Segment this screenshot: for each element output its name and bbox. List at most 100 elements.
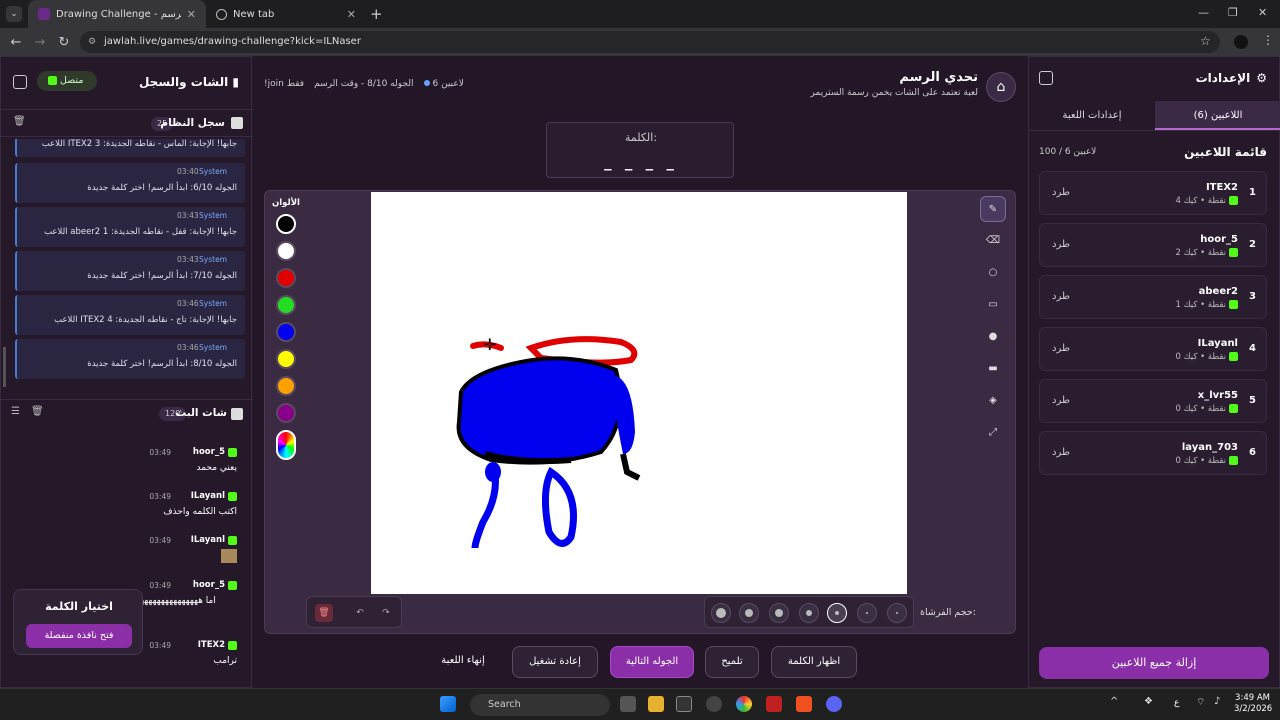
back-button[interactable]: ←	[4, 35, 28, 50]
eraser-tool-icon[interactable]: ⌫	[980, 228, 1006, 254]
brave-icon[interactable]	[796, 696, 812, 712]
restart-button[interactable]: إعادة تشغيل	[512, 646, 598, 678]
drawing-canvas[interactable]: ✛	[371, 192, 907, 594]
profile-avatar[interactable]	[1234, 35, 1248, 49]
tab-players[interactable]: اللاعبين (6)	[1155, 101, 1280, 130]
browser-menu-icon[interactable]: ⋮	[1262, 33, 1274, 47]
close-tab-icon[interactable]: ✕	[347, 8, 356, 21]
show-word-button[interactable]: اظهار الكلمة	[771, 646, 857, 678]
color-swatch[interactable]	[276, 349, 296, 369]
kick-icon	[1229, 248, 1238, 257]
join-info: !join فقط	[264, 79, 305, 89]
tab-new-tab[interactable]: New tab ✕	[206, 0, 366, 28]
kick-icon	[1229, 404, 1238, 413]
player-name: layan_703	[1181, 442, 1238, 453]
filled-circle-tool-icon[interactable]: ●	[980, 324, 1006, 350]
tab-game-settings[interactable]: إعدادات اللعبة	[1029, 101, 1155, 130]
chat-text: اكتب الكلمه واحذف	[163, 507, 237, 517]
filled-rectangle-tool-icon[interactable]: ▬	[980, 356, 1006, 382]
color-swatch[interactable]	[276, 295, 296, 315]
url-field[interactable]: ⚙ jawlah.live/games/drawing-challenge?ki…	[80, 31, 1220, 53]
volume-icon[interactable]: ♪	[1214, 696, 1230, 712]
kick-player-button[interactable]: طرد	[1052, 395, 1070, 406]
file-explorer-icon[interactable]	[648, 696, 664, 712]
restore-button[interactable]: ❐	[1228, 6, 1238, 19]
brush-size-xl[interactable]	[711, 603, 731, 623]
taskbar-search[interactable]: Search	[470, 694, 610, 716]
brush-size-xs[interactable]	[857, 603, 877, 623]
kick-player-button[interactable]: طرد	[1052, 187, 1070, 198]
log-scrollbar[interactable]	[3, 347, 6, 387]
network-icon[interactable]: ⌔	[1196, 696, 1212, 712]
kick-player-button[interactable]: طرد	[1052, 239, 1070, 250]
end-game-button[interactable]: إنهاء اللعبة	[426, 646, 500, 678]
color-swatch[interactable]	[276, 403, 296, 423]
close-tab-icon[interactable]: ✕	[187, 8, 196, 21]
voice-app-icon[interactable]	[766, 696, 782, 712]
brush-size-ml[interactable]	[769, 603, 789, 623]
settings-panel: الإعدادات ⚙ إعدادات اللعبة اللاعبين (6) ق…	[1028, 56, 1280, 688]
clear-chat-trash-icon[interactable]: 🗑	[31, 406, 44, 417]
color-swatch[interactable]	[276, 214, 296, 234]
open-separate-window-button[interactable]: فتح نافذة منفصلة	[26, 624, 132, 648]
color-swatch[interactable]	[276, 322, 296, 342]
github-icon[interactable]	[706, 696, 722, 712]
minimize-button[interactable]: —	[1198, 6, 1209, 19]
clear-canvas-trash-icon[interactable]: 🗑	[315, 604, 333, 622]
redo-icon[interactable]: ↷	[377, 604, 395, 622]
brush-size-s-selected[interactable]	[827, 603, 847, 623]
brush-size-m[interactable]	[799, 603, 819, 623]
chat-time: 03:49	[149, 581, 171, 590]
forward-button[interactable]: →	[28, 35, 52, 50]
undo-icon[interactable]: ↶	[351, 604, 369, 622]
system-log-item: 03:40 System الجوله 6/10: ابدأ الرسم! اخ…	[15, 163, 245, 203]
tab-drawing-challenge[interactable]: Drawing Challenge - تحدي الرسم ✕	[28, 0, 206, 28]
kick-player-button[interactable]: طرد	[1052, 447, 1070, 458]
player-points: 4 نقطة	[1175, 196, 1226, 206]
brush-size-l[interactable]	[739, 603, 759, 623]
app-icon[interactable]	[676, 696, 692, 712]
system-log-item: اللاعب ITEX2 جابها! الإجابة: الماس - نقا…	[15, 139, 245, 157]
reload-button[interactable]: ↻	[52, 35, 76, 50]
rectangle-tool-icon[interactable]: ▭	[980, 292, 1006, 318]
player-platform: كيك	[1183, 196, 1198, 206]
task-view-icon[interactable]	[620, 696, 636, 712]
input-language[interactable]: ع	[1174, 698, 1179, 708]
system-log-list[interactable]: اللاعب ITEX2 جابها! الإجابة: الماس - نقا…	[9, 139, 247, 395]
collapse-left-panel-icon[interactable]	[13, 75, 27, 89]
close-window-button[interactable]: ✕	[1258, 6, 1267, 19]
log-text: الجوله 7/10: ابدأ الرسم! اختر كلمة جديدة	[87, 271, 237, 281]
kick-icon	[228, 641, 237, 650]
color-swatch[interactable]	[276, 376, 296, 396]
system-log-item: 03:43 System اللاعب abeer2 جابها! الإجاب…	[15, 207, 245, 247]
tray-app-icon[interactable]: ❖	[1144, 696, 1160, 712]
clear-log-trash-icon[interactable]: 🗑	[13, 116, 26, 127]
tray-chevron-icon[interactable]: ^	[1110, 696, 1126, 712]
circle-tool-icon[interactable]: ○	[980, 260, 1006, 286]
color-swatch[interactable]	[276, 268, 296, 288]
hint-button[interactable]: تلميح	[705, 646, 759, 678]
line-tool-icon[interactable]: ⤢	[980, 420, 1006, 446]
kick-player-button[interactable]: طرد	[1052, 291, 1070, 302]
windows-start-icon[interactable]	[440, 696, 456, 712]
fill-bucket-tool-icon[interactable]: ◈	[980, 388, 1006, 414]
taskbar-clock[interactable]: 3:49 AM 3/2/2026	[1234, 693, 1272, 715]
site-info-icon[interactable]: ⚙	[88, 31, 96, 53]
brush-size-xxs[interactable]	[887, 603, 907, 623]
kick-player-button[interactable]: طرد	[1052, 343, 1070, 354]
brush-size-label: حجم الفرشاة:	[920, 607, 976, 618]
tab-search-button[interactable]: ⌄	[6, 6, 22, 22]
chrome-icon[interactable]	[736, 696, 752, 712]
remove-all-players-button[interactable]: إزالة جميع اللاعبين	[1039, 647, 1269, 679]
collapse-right-panel-icon[interactable]	[1039, 71, 1053, 85]
word-picker-title: اختيار الكلمة	[45, 600, 113, 613]
home-button[interactable]: ⌂	[986, 72, 1016, 102]
custom-color-picker[interactable]	[276, 430, 296, 460]
pencil-tool-icon[interactable]: ✎	[980, 196, 1006, 222]
filter-icon[interactable]: ☰	[11, 406, 20, 417]
color-swatch[interactable]	[276, 241, 296, 261]
next-round-button[interactable]: الجوله التالية	[610, 646, 694, 678]
new-tab-button[interactable]: +	[370, 5, 383, 23]
discord-icon[interactable]	[826, 696, 842, 712]
bookmark-star-icon[interactable]: ☆	[1200, 34, 1211, 48]
